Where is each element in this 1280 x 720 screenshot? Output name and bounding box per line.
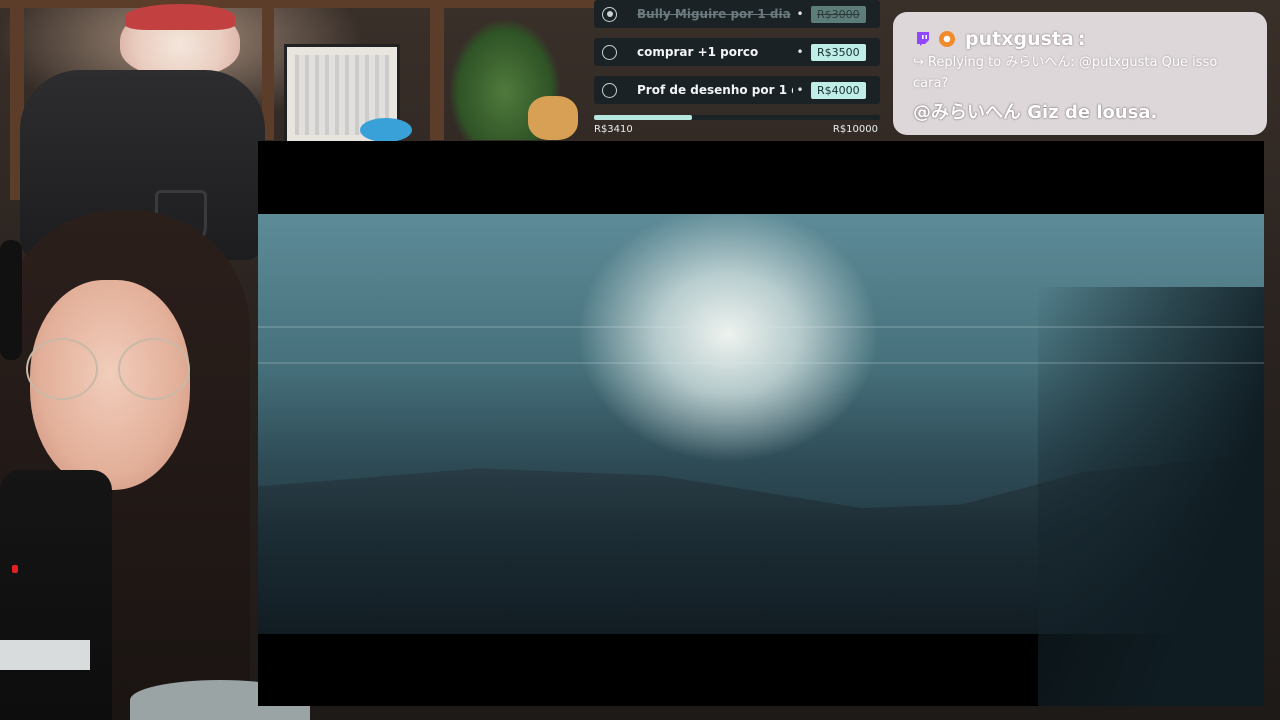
shelf-post: [430, 0, 444, 140]
goal-radio-checked-icon[interactable]: [602, 6, 617, 22]
goal-price: R$3000: [811, 5, 866, 23]
microphone-band: [0, 640, 90, 670]
goal-separator: •: [796, 83, 804, 97]
video-player[interactable]: [258, 141, 1264, 706]
goal-separator: •: [796, 7, 804, 21]
microphone: [0, 470, 112, 720]
goal-price: R$3500: [811, 43, 866, 61]
chat-message-text: @みらいへん Giz de lousa.: [913, 102, 1158, 123]
goal-progress-target: R$10000: [832, 124, 878, 135]
video-frame: [258, 214, 1264, 706]
goal-label: Prof de desenho por 1 dia: [637, 83, 793, 97]
goal-progress-fill: [594, 115, 692, 120]
headset: [0, 240, 22, 360]
goal-progress-bar: [594, 115, 880, 120]
goal-item[interactable]: comprar +1 porco • R$3500: [594, 38, 880, 66]
user-badge-icon: [939, 31, 955, 47]
goal-label: comprar +1 porco: [637, 45, 759, 59]
goal-label: Bully Miguire por 1 dia: [637, 7, 791, 21]
chat-username[interactable]: putxgusta: [965, 28, 1074, 50]
shelf-top: [0, 0, 640, 8]
shelf-figure: [528, 96, 578, 140]
video-scanline: [258, 362, 1264, 364]
shelf-object: [360, 118, 412, 142]
goal-price: R$4000: [811, 81, 866, 99]
glasses-lens: [118, 338, 190, 400]
goal-radio-icon[interactable]: [602, 82, 617, 98]
video-car-pillar: [1038, 287, 1264, 706]
twitch-icon: [915, 31, 931, 47]
chat-message-card: putxgusta : ↪ Replying to みらいへん: @putxgus…: [893, 12, 1267, 135]
goal-progress-current: R$3410: [594, 124, 633, 135]
chat-message-header: putxgusta :: [915, 28, 1085, 50]
glasses-lens: [26, 338, 98, 400]
video-scanline: [258, 326, 1264, 328]
goal-radio-icon[interactable]: [602, 44, 617, 60]
goal-separator: •: [796, 45, 804, 59]
reply-arrow-icon: ↪: [913, 55, 924, 70]
microphone-led: [12, 565, 18, 573]
chat-username-suffix: :: [1077, 28, 1086, 50]
goal-item[interactable]: Bully Miguire por 1 dia • R$3000: [594, 0, 880, 28]
plush-hat: [125, 4, 235, 30]
goal-item[interactable]: Prof de desenho por 1 dia • R$4000: [594, 76, 880, 104]
chat-reply-text: Replying to みらいへん: @putxgusta Que isso c…: [913, 55, 1218, 91]
chat-reply-context: ↪ Replying to みらいへん: @putxgusta Que isso …: [913, 52, 1243, 94]
goals-widget: Bully Miguire por 1 dia • R$3000 comprar…: [594, 0, 880, 142]
